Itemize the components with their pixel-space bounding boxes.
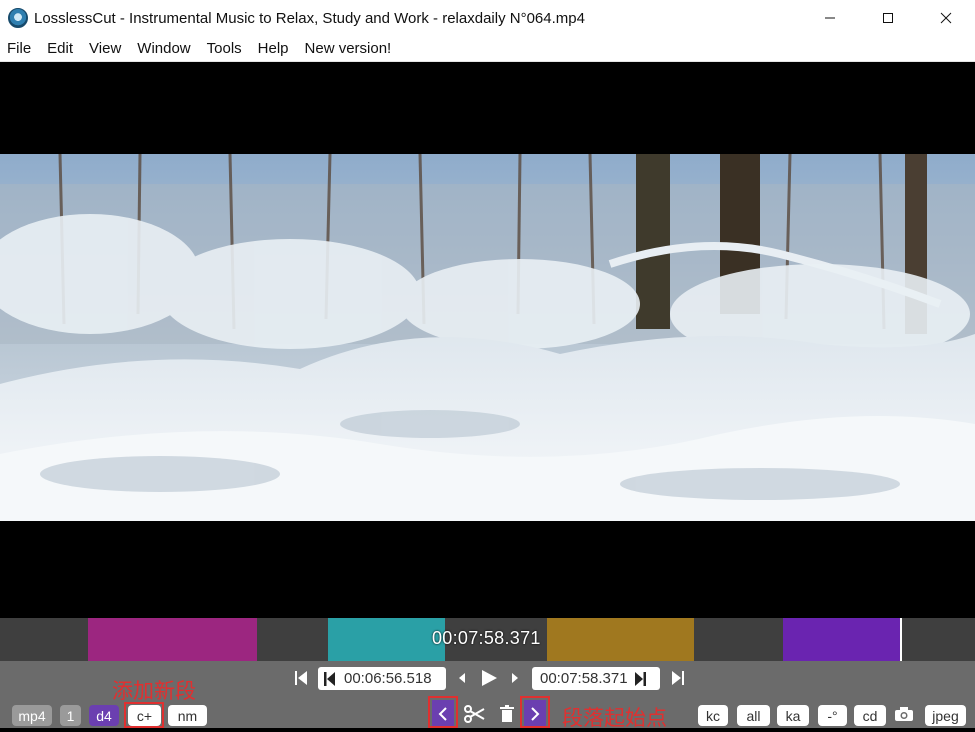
jump-to-start-icon[interactable]: [293, 668, 309, 688]
jump-to-end-icon[interactable]: [670, 668, 686, 688]
kc-button[interactable]: kc: [698, 705, 728, 726]
video-player[interactable]: [0, 62, 975, 618]
segment-4[interactable]: [783, 618, 901, 661]
minimize-icon[interactable]: [801, 0, 859, 36]
play-icon[interactable]: [478, 667, 500, 689]
all-button[interactable]: all: [737, 705, 770, 726]
menu-help[interactable]: Help: [250, 40, 297, 57]
segment-1[interactable]: [88, 618, 257, 661]
segment-end-highlight: [520, 696, 550, 728]
menu-view[interactable]: View: [81, 40, 129, 57]
d4-button[interactable]: d4: [89, 705, 119, 726]
cd-button[interactable]: cd: [854, 705, 886, 726]
menu-file[interactable]: File: [0, 40, 39, 57]
maximize-icon[interactable]: [859, 0, 917, 36]
video-frame: [0, 154, 975, 521]
menu-tools[interactable]: Tools: [199, 40, 250, 57]
start-time-field[interactable]: 00:06:56.518: [318, 667, 446, 690]
end-time-value: 00:07:58.371: [540, 670, 628, 687]
menu-edit[interactable]: Edit: [39, 40, 81, 57]
rotation-button[interactable]: -°: [818, 705, 847, 726]
segment-end-icon[interactable]: [634, 671, 646, 687]
add-segment-annotation: 添加新段: [112, 680, 196, 703]
snowy-forest-image: [0, 154, 975, 521]
window-title: LosslessCut - Instrumental Music to Rela…: [34, 9, 585, 27]
segment-3[interactable]: [547, 618, 694, 661]
segment-start-icon[interactable]: [324, 671, 336, 687]
menu-new-version[interactable]: New version!: [297, 40, 400, 57]
jpeg-button[interactable]: jpeg: [925, 705, 966, 726]
trash-icon[interactable]: [498, 704, 516, 724]
ka-button[interactable]: ka: [777, 705, 809, 726]
next-frame-icon[interactable]: [509, 670, 521, 686]
nm-button[interactable]: nm: [168, 705, 207, 726]
segment-2[interactable]: [328, 618, 445, 661]
timeline[interactable]: 00:07:58.371: [0, 618, 975, 661]
camera-icon[interactable]: [893, 704, 915, 724]
add-segment-highlight: [124, 702, 164, 728]
menu-bar: File Edit View Window Tools Help New ver…: [0, 36, 975, 62]
scissors-icon[interactable]: [462, 704, 486, 724]
segment-start-highlight: [428, 696, 458, 728]
start-time-value: 00:06:56.518: [344, 670, 432, 687]
end-time-field[interactable]: 00:07:58.371: [532, 667, 660, 690]
tracks-badge[interactable]: 1: [60, 705, 81, 726]
title-bar: LosslessCut - Instrumental Music to Rela…: [0, 0, 975, 36]
prev-frame-icon[interactable]: [456, 670, 468, 686]
playhead[interactable]: [900, 618, 902, 661]
current-time: 00:07:58.371: [432, 628, 541, 648]
format-badge[interactable]: mp4: [12, 705, 52, 726]
menu-window[interactable]: Window: [129, 40, 198, 57]
app-icon: [8, 8, 28, 28]
window-controls: [801, 0, 975, 36]
close-icon[interactable]: [917, 0, 975, 36]
